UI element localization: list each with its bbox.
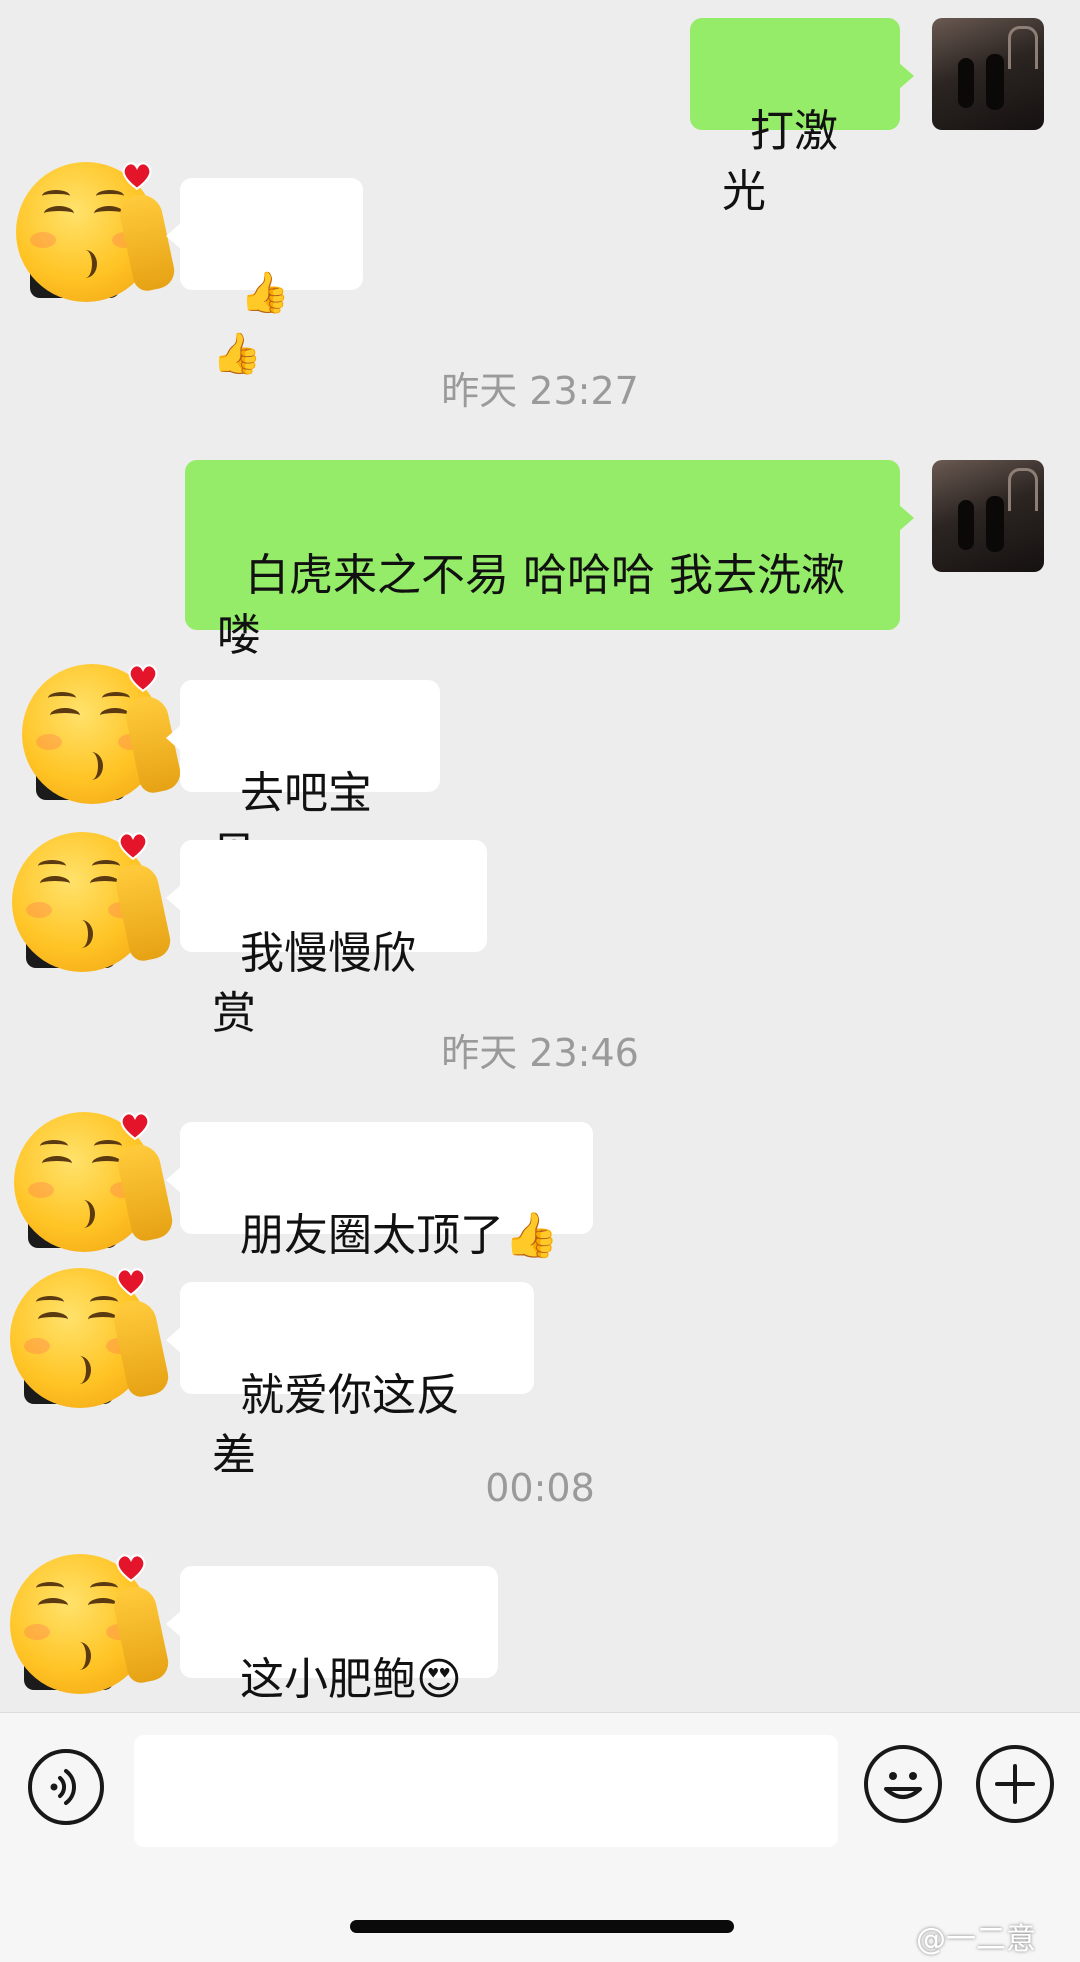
timestamp: 00:08 bbox=[485, 1466, 595, 1510]
heart-icon bbox=[122, 162, 152, 191]
contact-message-bubble[interactable]: 👍👍 bbox=[166, 178, 363, 377]
contact-message-bubble[interactable]: 就爱你这反差 bbox=[166, 1282, 534, 1481]
message-input[interactable] bbox=[134, 1735, 838, 1847]
emoji-button[interactable] bbox=[864, 1745, 942, 1823]
timestamp: 昨天 23:27 bbox=[441, 369, 639, 413]
voice-button[interactable] bbox=[28, 1749, 104, 1825]
figure-shape bbox=[958, 500, 974, 550]
voice-icon bbox=[50, 1769, 76, 1805]
message-text: 这小肥鲍😍 bbox=[239, 1654, 462, 1705]
heart-icon bbox=[118, 832, 148, 861]
my-message-bubble[interactable]: 白虎来之不易 哈哈哈 我去洗漱 喽 bbox=[185, 460, 914, 661]
message-text: 朋友圈太顶了👍 bbox=[239, 1210, 559, 1261]
contact-message-bubble[interactable]: 去吧宝贝 bbox=[166, 680, 440, 879]
contact-message-bubble[interactable]: 朋友圈太顶了👍 bbox=[166, 1122, 593, 1261]
figure-shape bbox=[958, 58, 974, 108]
heart-icon bbox=[116, 1554, 146, 1583]
my-message-bubble[interactable]: 打激光 bbox=[690, 18, 914, 217]
contact-message-bubble[interactable]: 我慢慢欣赏 bbox=[166, 840, 487, 1039]
my-avatar[interactable] bbox=[932, 460, 1044, 572]
plus-icon bbox=[995, 1764, 1035, 1804]
emoji-icon bbox=[884, 1772, 922, 1799]
heart-icon bbox=[128, 664, 158, 693]
message-text: 就爱你这反差 bbox=[212, 1370, 460, 1481]
figure-shape bbox=[986, 54, 1004, 110]
heart-icon bbox=[120, 1112, 150, 1141]
arch-shape bbox=[1008, 468, 1038, 511]
arch-shape bbox=[1008, 26, 1038, 69]
figure-shape bbox=[986, 496, 1004, 552]
home-indicator[interactable] bbox=[350, 1920, 734, 1933]
message-text: 打激光 bbox=[722, 106, 838, 217]
message-text: 白虎来之不易 哈哈哈 我去洗漱 喽 bbox=[217, 550, 845, 661]
timestamp: 昨天 23:46 bbox=[441, 1031, 639, 1075]
contact-message-bubble[interactable]: 这小肥鲍😍 bbox=[166, 1566, 498, 1705]
watermark: @一二意 bbox=[916, 1922, 1036, 1957]
more-button[interactable] bbox=[976, 1745, 1054, 1823]
heart-icon bbox=[116, 1268, 146, 1297]
my-avatar[interactable] bbox=[932, 18, 1044, 130]
